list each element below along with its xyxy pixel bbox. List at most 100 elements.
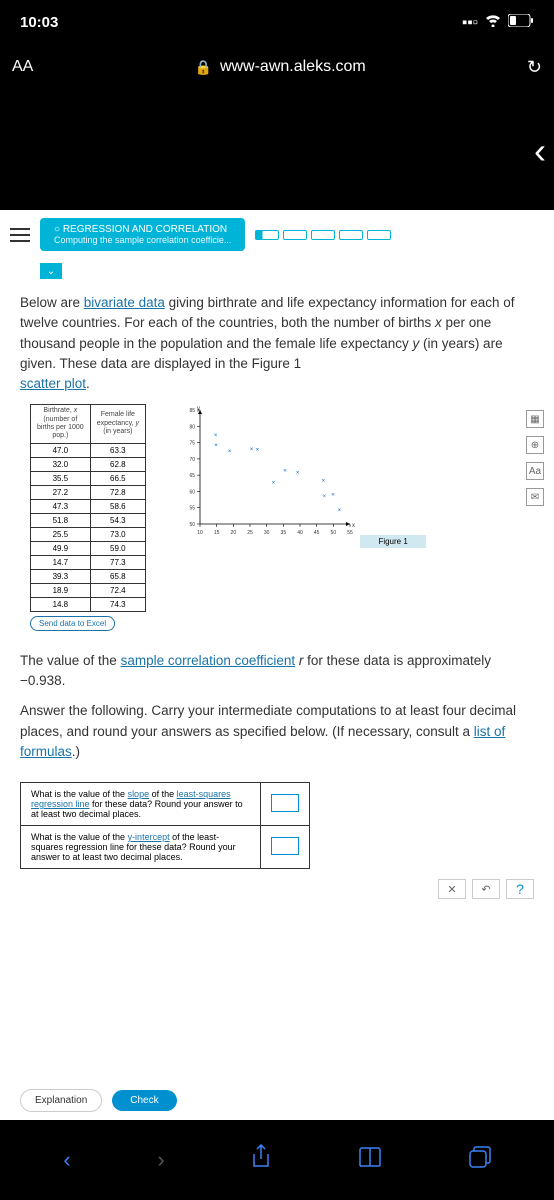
table-row: 25.573.0 [31,527,146,541]
cell-x: 51.8 [31,513,91,527]
time: 10:03 [20,14,58,31]
topic-title: Computing the sample correlation coeffic… [54,235,231,245]
url-bar: AA 🔒 www-awn.aleks.com ↻ [0,44,554,90]
svg-text:×: × [322,479,326,485]
calculator-icon[interactable]: ▦ [526,410,544,428]
slope-input[interactable] [271,794,299,812]
table-row: 32.062.8 [31,457,146,471]
lock-icon: 🔒 [195,59,212,76]
page-content: ○ REGRESSION AND CORRELATION Computing t… [0,210,554,1131]
scatter-plot: 101520253035404550555055606570758085xy××… [176,404,426,631]
bottom-bar: Explanation Check [0,1075,554,1116]
cell-x: 49.9 [31,541,91,555]
send-to-excel-button[interactable]: Send data to Excel [30,616,115,631]
cell-x: 14.7 [31,555,91,569]
status-bar: 10:03 ▪▪▫ [0,0,554,44]
figure-label: Figure 1 [360,535,425,548]
cell-y: 72.4 [90,583,145,597]
cell-y: 66.5 [90,471,145,485]
nav-forward-icon[interactable]: › [157,1147,164,1173]
table-row: 47.063.3 [31,443,146,457]
tools-icon[interactable]: ⊕ [526,436,544,454]
svg-text:×: × [272,481,276,487]
mail-icon[interactable]: ✉ [526,488,544,506]
table-row: 35.566.5 [31,471,146,485]
svg-text:×: × [338,508,342,514]
table-row: 14.777.3 [31,555,146,569]
cell-x: 14.8 [31,597,91,611]
svg-text:x: x [352,523,355,529]
svg-text:30: 30 [264,530,270,536]
topic-pill[interactable]: ○ REGRESSION AND CORRELATION Computing t… [40,218,245,251]
table-row: 14.874.3 [31,597,146,611]
app-header: ○ REGRESSION AND CORRELATION Computing t… [0,210,554,259]
slope-link[interactable]: slope [128,789,150,799]
intercept-input[interactable] [271,837,299,855]
cell-x: 32.0 [31,457,91,471]
progress-pill [339,230,363,240]
cell-x: 27.2 [31,485,91,499]
tabs-icon[interactable] [469,1146,491,1174]
progress-pills [255,230,391,240]
yintercept-link[interactable]: y-intercept [128,832,170,842]
text-size-button[interactable]: AA [12,58,33,76]
bivariate-link[interactable]: bivariate data [84,295,165,310]
cell-y: 58.6 [90,499,145,513]
question-2: What is the value of the y-intercept of … [21,826,261,869]
svg-text:85: 85 [189,408,195,414]
analysis-text: The value of the sample correlation coef… [0,641,554,772]
progress-pill [367,230,391,240]
signal-icon: ▪▪▫ [462,14,478,31]
table-row: 49.959.0 [31,541,146,555]
cell-y: 54.3 [90,513,145,527]
scatter-svg: 101520253035404550555055606570758085xy××… [176,404,356,544]
col-header-y: Female lifeexpectancy, y(in years) [90,405,145,444]
cell-y: 62.8 [90,457,145,471]
reload-icon[interactable]: ↻ [527,57,542,78]
bookmarks-icon[interactable] [358,1146,382,1174]
progress-pill [283,230,307,240]
svg-text:×: × [331,493,335,499]
svg-text:75: 75 [189,441,195,447]
question-1: What is the value of the slope of the le… [21,783,261,826]
cell-x: 35.5 [31,471,91,485]
svg-text:55: 55 [189,506,195,512]
data-and-figure: Birthrate, x(number ofbirths per 1000pop… [0,404,554,641]
svg-text:40: 40 [297,530,303,536]
svg-text:50: 50 [189,522,195,528]
menu-icon[interactable] [10,228,30,242]
cell-x: 25.5 [31,527,91,541]
check-button[interactable]: Check [112,1090,176,1111]
svg-text:×: × [214,443,218,449]
svg-text:×: × [214,433,218,439]
help-button[interactable]: ? [506,879,534,899]
back-chevron-icon[interactable]: ‹ [534,130,546,172]
undo-button[interactable]: ↶ [472,879,500,899]
explanation-button[interactable]: Explanation [20,1089,102,1112]
scatter-plot-link[interactable]: scatter plot [20,376,86,391]
svg-text:55: 55 [347,530,353,536]
nav-back-icon[interactable]: ‹ [63,1147,70,1173]
svg-text:65: 65 [189,473,195,479]
font-icon[interactable]: Aa [526,462,544,480]
svg-text:×: × [296,471,300,477]
correlation-link[interactable]: sample correlation coefficient [121,653,296,668]
svg-text:×: × [323,494,327,500]
svg-text:45: 45 [314,530,320,536]
browser-nav-bar: ‹ › [0,1120,554,1200]
cell-y: 63.3 [90,443,145,457]
svg-text:10: 10 [197,530,203,536]
answer-toolbar: ✕ ↶ ? [438,879,534,899]
svg-text:×: × [256,448,260,454]
url-text: www-awn.aleks.com [220,58,366,76]
clear-button[interactable]: ✕ [438,879,466,899]
svg-text:×: × [228,449,232,455]
svg-text:25: 25 [247,530,253,536]
cell-y: 65.8 [90,569,145,583]
svg-text:80: 80 [189,425,195,431]
cell-y: 73.0 [90,527,145,541]
share-icon[interactable] [251,1144,271,1176]
address-bar[interactable]: 🔒 www-awn.aleks.com [49,58,511,76]
problem-statement: Below are bivariate data giving birthrat… [0,283,554,404]
collapse-icon[interactable]: ⌄ [40,263,62,279]
